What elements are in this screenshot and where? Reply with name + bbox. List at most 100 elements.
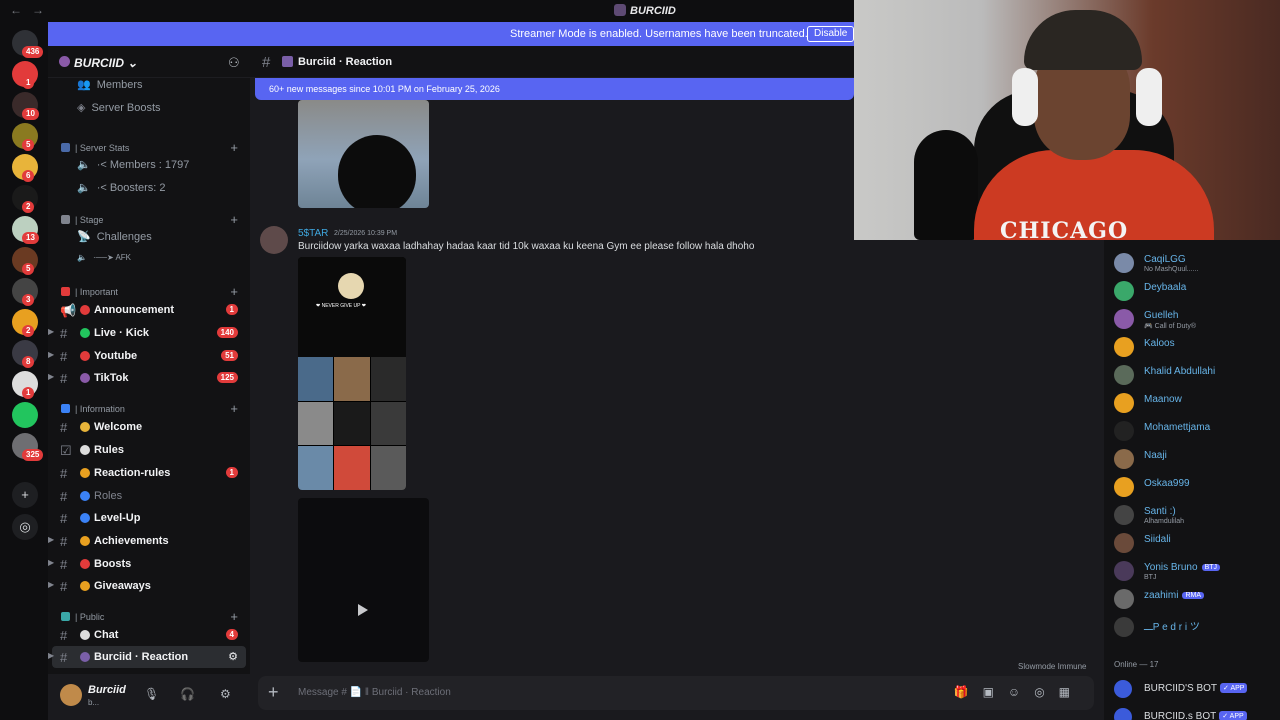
add-channel-icon[interactable]: + <box>230 140 238 155</box>
member-item[interactable]: Guelleh 🎮 Call of Duty® <box>1114 306 1280 332</box>
add-channel-icon[interactable]: + <box>230 609 238 624</box>
member-item[interactable]: CaqiLGG No MashQuul...... <box>1114 250 1280 276</box>
member-name[interactable]: Mohamettjama <box>1144 422 1210 433</box>
member-name[interactable]: Yonis Bruno BTJ <box>1144 562 1221 573</box>
member-name[interactable]: Guelleh <box>1144 310 1178 321</box>
member-item[interactable]: Siidali <box>1114 530 1280 556</box>
bot-name[interactable]: BURCIID.s BOT ✓ APP <box>1144 711 1247 720</box>
avatar[interactable] <box>1114 393 1134 413</box>
member-name[interactable]: Maanow <box>1144 394 1182 405</box>
add-channel-icon[interactable]: + <box>230 401 238 416</box>
member-name[interactable]: Oskaa999 <box>1144 478 1190 489</box>
member-item[interactable]: Naaji <box>1114 446 1280 472</box>
channel-challenges[interactable]: 📡 Challenges <box>77 230 152 243</box>
avatar[interactable] <box>1114 589 1134 609</box>
channel-level-up[interactable]: # Level-Up <box>48 507 250 529</box>
username[interactable]: Burciid <box>88 684 126 696</box>
avatar[interactable] <box>60 684 82 706</box>
channel-achievements[interactable]: ▶ # Achievements <box>48 530 250 552</box>
nav-arrows[interactable]: ←→ <box>10 3 54 17</box>
add-server-icon[interactable]: + <box>12 482 38 508</box>
channel-afk[interactable]: 🔈 ·──➤ AFK <box>77 253 131 262</box>
invite-icon[interactable]: ⚇ <box>228 55 240 71</box>
member-item[interactable]: Deybaala <box>1114 278 1280 304</box>
video-attachment[interactable] <box>298 498 429 662</box>
avatar[interactable] <box>1114 421 1134 441</box>
category-stage[interactable]: | Stage + <box>48 212 250 230</box>
member-item[interactable]: Yonis Bruno BTJ BTJ <box>1114 558 1280 584</box>
members-item[interactable]: 👥 Members <box>77 78 143 91</box>
member-item[interactable]: ـــP e d r i ツ <box>1114 614 1280 640</box>
bot-item[interactable]: BURCIID.s BOT ✓ APP <box>1114 706 1280 720</box>
message-author[interactable]: 5$TAR <box>298 228 328 239</box>
server-icon[interactable] <box>12 402 38 428</box>
avatar[interactable] <box>1114 365 1134 385</box>
channel-live-kick[interactable]: ▶ # Live · Kick 140 <box>48 322 250 344</box>
channel-reaction-rules[interactable]: # Reaction-rules 1 <box>48 462 250 484</box>
avatar[interactable] <box>1114 561 1134 581</box>
composer-tools[interactable]: 🎁▣☺◎▦ <box>954 685 1084 699</box>
channel-announcement[interactable]: 📢 Announcement 1 <box>48 299 250 321</box>
channel-rules[interactable]: ☑ Rules <box>48 439 250 461</box>
member-item[interactable]: Mohamettjama <box>1114 418 1280 444</box>
stat-members[interactable]: 🔈 ·< Members : 1797 <box>77 158 189 171</box>
avatar[interactable] <box>1114 680 1132 698</box>
add-channel-icon[interactable]: + <box>230 212 238 227</box>
category-server-stats[interactable]: | Server Stats + <box>48 140 250 158</box>
server-boosts-item[interactable]: ◈ Server Boosts <box>77 101 161 114</box>
avatar[interactable] <box>1114 533 1134 553</box>
avatar[interactable] <box>1114 617 1134 637</box>
new-messages-bar[interactable]: 60+ new messages since 10:01 PM on Febru… <box>255 78 854 100</box>
avatar[interactable] <box>1114 281 1134 301</box>
member-name[interactable]: Santi :) <box>1144 506 1176 517</box>
server-header[interactable]: BURCIID ⌄ ⚇ <box>48 46 250 78</box>
member-name[interactable]: Kaloos <box>1144 338 1175 349</box>
settings-icon[interactable]: ⚙ <box>228 650 238 663</box>
channel-youtube[interactable]: ▶ # Youtube 51 <box>48 345 250 367</box>
member-item[interactable]: Santi :) Alhamdulilah <box>1114 502 1280 528</box>
avatar[interactable] <box>1114 708 1132 720</box>
member-item[interactable]: Maanow <box>1114 390 1280 416</box>
member-item[interactable]: Oskaa999 <box>1114 474 1280 500</box>
discover-icon[interactable]: ◎ <box>12 514 38 540</box>
channel-chat[interactable]: # Chat 4 <box>48 624 250 646</box>
avatar[interactable] <box>260 226 288 254</box>
image-attachment[interactable]: ❤ NEVER GIVE UP ❤ <box>298 257 406 490</box>
avatar[interactable] <box>1114 337 1134 357</box>
stat-boosters[interactable]: 🔈 ·< Boosters: 2 <box>77 181 166 194</box>
member-name[interactable]: ـــP e d r i ツ <box>1144 618 1200 633</box>
server-name[interactable]: BURCIID ⌄ <box>74 56 137 70</box>
member-name[interactable]: zaahimi RMA <box>1144 590 1205 601</box>
channel-tiktok[interactable]: ▶ # TikTok 125 <box>48 367 250 389</box>
channel-boosts[interactable]: ▶ # Boosts <box>48 553 250 575</box>
avatar[interactable] <box>1114 505 1134 525</box>
play-icon[interactable] <box>358 604 368 616</box>
member-item[interactable]: zaahimi RMA <box>1114 586 1280 612</box>
bot-name[interactable]: BURCIID'S BOT ✓ APP <box>1144 683 1248 694</box>
channel-burciid-reaction[interactable]: ▶ # Burciid · Reaction ⚙ <box>48 646 246 668</box>
avatar[interactable] <box>1114 309 1134 329</box>
message-input[interactable]: Message # 📄 ‖ Burciid · Reaction <box>298 687 451 698</box>
disable-button[interactable]: Disable <box>807 26 855 42</box>
avatar[interactable] <box>1114 253 1134 273</box>
channel-giveaways[interactable]: ▶ # Giveaways <box>48 575 250 597</box>
channel-roles[interactable]: # Roles <box>48 485 250 507</box>
gear-icon[interactable]: ⚙ <box>220 687 231 701</box>
headphones-icon[interactable]: 🎧 <box>180 687 195 701</box>
add-attachment-icon[interactable]: + <box>268 682 279 703</box>
member-name[interactable]: Naaji <box>1144 450 1167 461</box>
avatar[interactable] <box>1114 477 1134 497</box>
avatar[interactable] <box>1114 449 1134 469</box>
message-composer[interactable]: + Message # 📄 ‖ Burciid · Reaction 🎁▣☺◎▦ <box>258 676 1094 710</box>
member-item[interactable]: Khalid Abdullahi <box>1114 362 1280 388</box>
member-item[interactable]: Kaloos <box>1114 334 1280 360</box>
member-name[interactable]: Siidali <box>1144 534 1171 545</box>
member-name[interactable]: Khalid Abdullahi <box>1144 366 1215 377</box>
member-name[interactable]: CaqiLGG <box>1144 254 1186 265</box>
microphone-icon[interactable]: 🎙 <box>144 687 159 701</box>
channel-welcome[interactable]: # Welcome <box>48 416 250 438</box>
bot-item[interactable]: BURCIID'S BOT ✓ APP <box>1114 678 1280 700</box>
image-attachment[interactable] <box>298 100 429 208</box>
member-name[interactable]: Deybaala <box>1144 282 1186 293</box>
add-channel-icon[interactable]: + <box>230 284 238 299</box>
